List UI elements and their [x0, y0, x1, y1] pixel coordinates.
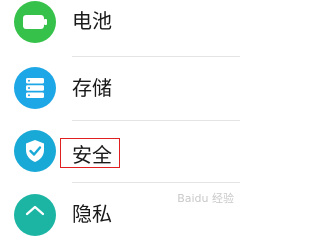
storage-icon	[14, 67, 56, 109]
settings-item-label: 存储	[72, 76, 112, 100]
watermark: Baidu 经验	[177, 192, 234, 205]
settings-item-battery[interactable]: 电池	[0, 0, 240, 60]
shield-icon	[14, 130, 56, 172]
highlight-box	[60, 138, 120, 168]
privacy-icon	[14, 194, 56, 236]
settings-item-storage[interactable]: 存储	[0, 60, 240, 120]
divider	[72, 56, 240, 57]
settings-item-security[interactable]: 安全	[0, 121, 240, 181]
battery-icon	[14, 1, 56, 43]
settings-item-label: 电池	[72, 9, 112, 33]
divider	[72, 182, 240, 183]
settings-item-label: 隐私	[72, 202, 112, 226]
